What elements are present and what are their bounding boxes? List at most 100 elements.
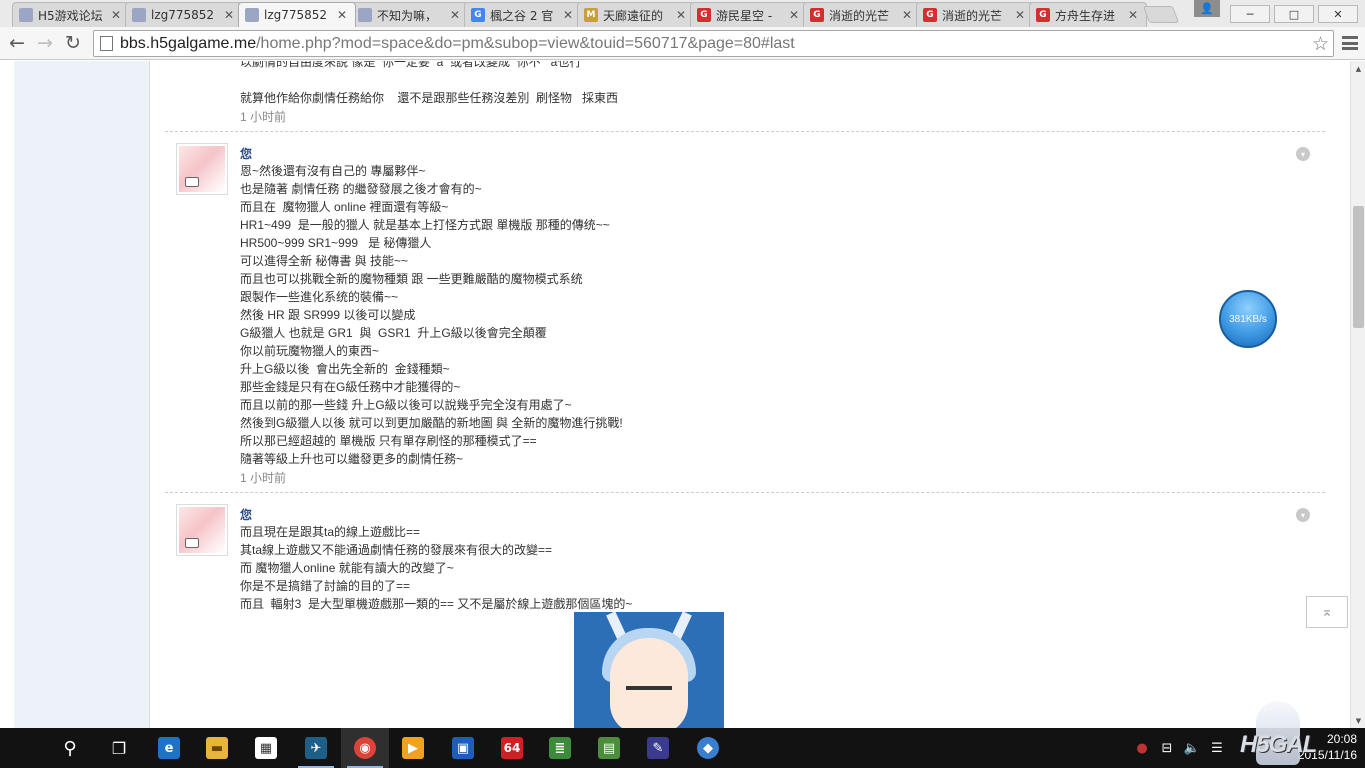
close-icon[interactable]: ✕ bbox=[1015, 8, 1027, 22]
close-icon[interactable]: ✕ bbox=[789, 8, 801, 22]
tab-8[interactable]: G 消逝的光芒 ✕ bbox=[803, 2, 921, 27]
tab-3-active[interactable]: lzg775852 ✕ bbox=[238, 2, 356, 27]
minimize-button[interactable]: ─ bbox=[1230, 5, 1270, 23]
taskbar-chrome-button[interactable]: ◉ bbox=[341, 728, 389, 768]
network-speed-widget[interactable]: 381KB/s bbox=[1219, 290, 1277, 348]
record-indicator-icon[interactable]: ● bbox=[1132, 728, 1152, 768]
back-arrow-icon[interactable]: ← bbox=[6, 32, 28, 54]
close-icon[interactable]: ✕ bbox=[1128, 8, 1140, 22]
message-line: 而且現在是跟其ta的線上遊戲比== bbox=[240, 525, 421, 539]
site-favicon-icon bbox=[132, 8, 146, 22]
tab-9[interactable]: G 消逝的光芒 ✕ bbox=[916, 2, 1034, 27]
tab-7[interactable]: G 游民星空 - ✕ bbox=[690, 2, 808, 27]
taskbar-gpu-tool-button[interactable]: ▤ bbox=[585, 728, 633, 768]
browser-toolbar: ← → ↻ bbs.h5galgame.me/home.php?mod=spac… bbox=[0, 27, 1365, 60]
avatar[interactable] bbox=[176, 504, 228, 556]
gamersky-favicon-icon: G bbox=[1036, 8, 1050, 22]
scroll-up-icon[interactable]: ▲ bbox=[1351, 61, 1365, 76]
message-line: G級獵人 也就是 GR1 與 GSR1 升上G級以後會完全顛覆 bbox=[240, 326, 547, 340]
avatar-image bbox=[179, 146, 225, 192]
profile-icon[interactable]: 👤 bbox=[1194, 0, 1220, 17]
taskbar-window-app-button[interactable]: ▣ bbox=[439, 728, 487, 768]
close-icon[interactable]: ✕ bbox=[563, 8, 575, 22]
close-icon[interactable]: ✕ bbox=[224, 8, 236, 22]
forward-arrow-icon[interactable]: → bbox=[34, 32, 56, 54]
chrome-icon: ◉ bbox=[354, 737, 376, 759]
taskbar-64-app-button[interactable]: 64 bbox=[488, 728, 536, 768]
page-content: 以劇情的自由度來說 像是 你一定要 a 或者改變成 你不 a也行 就算他作給你劇… bbox=[0, 61, 1350, 728]
network-icon[interactable]: ⊟ bbox=[1156, 728, 1178, 768]
volume-icon[interactable]: 🔈 bbox=[1181, 728, 1203, 768]
avatar-image bbox=[179, 507, 225, 553]
taskbar-books-button[interactable]: ≣ bbox=[536, 728, 584, 768]
message-line: 而 魔物獵人online 就能有讀大的改變了~ bbox=[240, 561, 454, 575]
video-player-icon: ▶ bbox=[402, 737, 424, 759]
tab-6[interactable]: M 天廊遠征的 ✕ bbox=[577, 2, 695, 27]
close-icon[interactable]: ✕ bbox=[676, 8, 688, 22]
taskbar-search-button[interactable]: ⚲ bbox=[46, 728, 94, 768]
close-icon[interactable]: ✕ bbox=[450, 8, 462, 22]
new-tab-button[interactable] bbox=[1142, 6, 1180, 23]
avatar[interactable] bbox=[176, 143, 228, 195]
message-line: 以劇情的自由度來說 像是 你一定要 a 或者改變成 你不 a也行 bbox=[240, 61, 582, 69]
google-favicon-icon: G bbox=[471, 8, 485, 22]
taskbar-media-app-button[interactable]: ◆ bbox=[684, 728, 732, 768]
tab-1[interactable]: H5游戏论坛 ✕ bbox=[12, 2, 130, 27]
books-icon: ≣ bbox=[549, 737, 571, 759]
taskbar-editor-button[interactable]: ✎ bbox=[634, 728, 682, 768]
search-icon: ⚲ bbox=[63, 737, 77, 759]
message-line: 所以那已經超越的 單機版 只有單存刷怪的那種模式了== bbox=[240, 434, 537, 448]
notifications-icon[interactable]: ☰ bbox=[1206, 728, 1228, 768]
taskbar-video-button[interactable]: ▶ bbox=[389, 728, 437, 768]
tab-label: 方舟生存进 bbox=[1055, 8, 1116, 23]
back-to-top-button[interactable]: ⌅ bbox=[1306, 596, 1348, 628]
chevron-down-icon[interactable]: ▾ bbox=[1296, 508, 1310, 522]
site-favicon-icon bbox=[358, 8, 372, 22]
url-path: /home.php?mod=space&do=pm&subop=view&tou… bbox=[256, 35, 795, 52]
maximize-button[interactable]: □ bbox=[1274, 5, 1314, 23]
taskbar-file-explorer-button[interactable]: ▬ bbox=[193, 728, 241, 768]
reload-icon[interactable]: ↻ bbox=[62, 32, 84, 54]
mhf-favicon-icon: M bbox=[584, 8, 598, 22]
close-icon[interactable]: ✕ bbox=[902, 8, 914, 22]
message-line: 那些金錢是只有在G級任務中才能獲得的~ bbox=[240, 380, 461, 394]
editor-icon: ✎ bbox=[647, 737, 669, 759]
gpu-tool-icon: ▤ bbox=[598, 737, 620, 759]
message-divider bbox=[165, 131, 1325, 132]
tab-strip: H5游戏论坛 ✕ lzg775852 ✕ lzg775852 ✕ 不知为嘛， ✕… bbox=[0, 0, 1365, 27]
close-icon[interactable]: ✕ bbox=[337, 8, 349, 22]
message-line: 然後 HR 跟 SR999 以後可以變成 bbox=[240, 308, 416, 322]
tab-5[interactable]: G 楓之谷 2 官 ✕ bbox=[464, 2, 582, 27]
message-divider bbox=[165, 492, 1325, 493]
vertical-scrollbar[interactable]: ▲ ▼ bbox=[1350, 61, 1365, 728]
sticker-image bbox=[574, 612, 724, 728]
message-line: 可以進得全新 秘傳書 與 技能~~ bbox=[240, 254, 409, 268]
message-line: 而且 輻射3 是大型單機遊戲那一類的== 又不是屬於線上遊戲那個區塊的~ bbox=[240, 597, 633, 611]
close-icon[interactable]: ✕ bbox=[111, 8, 123, 22]
close-window-button[interactable]: ✕ bbox=[1318, 5, 1358, 23]
chevron-down-icon[interactable]: ▾ bbox=[1296, 147, 1310, 161]
scrollbar-thumb[interactable] bbox=[1353, 206, 1364, 328]
taskbar-store-button[interactable]: ▦ bbox=[242, 728, 290, 768]
edge-icon: e bbox=[158, 737, 180, 759]
tab-label: 消逝的光芒 bbox=[829, 8, 890, 23]
site-favicon-icon bbox=[19, 8, 33, 22]
tab-label: 不知为嘛， bbox=[377, 8, 438, 23]
message-line: 而且在 魔物獵人 online 裡面還有等級~ bbox=[240, 200, 449, 214]
message-author[interactable]: 您 bbox=[240, 506, 252, 523]
tab-label: lzg775852 bbox=[264, 8, 328, 22]
scroll-down-icon[interactable]: ▼ bbox=[1351, 713, 1365, 728]
address-bar[interactable]: bbs.h5galgame.me/home.php?mod=space&do=p… bbox=[93, 30, 1334, 57]
tab-10[interactable]: G 方舟生存进 ✕ bbox=[1029, 2, 1147, 27]
tab-4[interactable]: 不知为嘛， ✕ bbox=[351, 2, 469, 27]
browser-menu-icon[interactable] bbox=[1342, 34, 1358, 52]
tab-2[interactable]: lzg775852 ✕ bbox=[125, 2, 243, 27]
message-body-partial: 以劇情的自由度來說 像是 你一定要 a 或者改變成 你不 a也行 就算他作給你劇… bbox=[240, 61, 618, 107]
bookmark-star-icon[interactable]: ☆ bbox=[1312, 32, 1329, 56]
message-line: 升上G級以後 會出先全新的 金錢種類~ bbox=[240, 362, 450, 376]
taskbar-task-view-button[interactable]: ❐ bbox=[95, 728, 143, 768]
message-author[interactable]: 您 bbox=[240, 145, 252, 162]
url-host: bbs.h5galgame.me bbox=[120, 35, 257, 52]
taskbar-bird-app-button[interactable]: ✈ bbox=[292, 728, 340, 768]
taskbar-edge-button[interactable]: e bbox=[145, 728, 193, 768]
